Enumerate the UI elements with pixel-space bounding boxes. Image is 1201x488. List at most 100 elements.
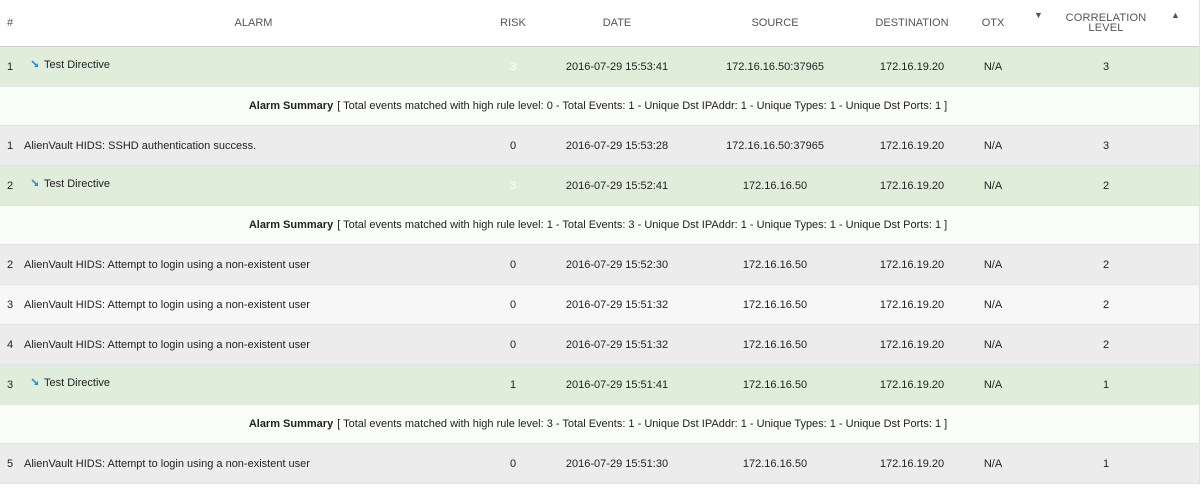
directive-row[interactable]: 3 Test Directive 1 2016-07-29 15:51:41 172.1… xyxy=(0,365,1199,405)
alarm-name[interactable]: AlienVault HIDS: Attempt to login using … xyxy=(24,325,484,364)
alarm-summary: Alarm Summary[ Total events matched with… xyxy=(0,206,1196,244)
alarm-summary-text: [ Total events matched with high rule le… xyxy=(337,418,948,430)
alarms-table: # ALARM RISK DATE SOURCE DESTINATION OTX… xyxy=(0,0,1200,484)
alarm-cell[interactable]: Test Directive xyxy=(24,365,484,404)
date-value: 2016-07-29 15:52:41 xyxy=(565,179,669,192)
otx-value: N/A xyxy=(983,298,1003,311)
otx-value: N/A xyxy=(983,378,1003,391)
header-num[interactable]: # xyxy=(7,0,21,46)
alarm-name[interactable]: AlienVault HIDS: SSHD authentication suc… xyxy=(24,126,484,165)
destination-value: 172.16.19.20 xyxy=(879,378,945,391)
date-value: 2016-07-29 15:53:28 xyxy=(565,139,669,152)
otx-value: N/A xyxy=(983,258,1003,271)
source-value: 172.16.16.50:37965 xyxy=(726,60,824,73)
risk-value: 0 xyxy=(509,258,517,271)
table-body: 1 Test Directive 3 2016-07-29 15:53:41 172.1… xyxy=(0,47,1199,484)
alarm-summary: Alarm Summary[ Total events matched with… xyxy=(0,87,1196,125)
risk-value: 0 xyxy=(509,298,517,311)
alarm-summary-row: Alarm Summary[ Total events matched with… xyxy=(0,206,1199,245)
event-row[interactable]: 4 AlienVault HIDS: Attempt to login using… xyxy=(0,325,1199,365)
sort-asc-icon[interactable]: ▲ xyxy=(1171,10,1180,20)
date-value: 2016-07-29 15:51:32 xyxy=(565,338,669,351)
correlation-level-value: 1 xyxy=(1102,457,1110,470)
directive-row[interactable]: 2 Test Directive 3 2016-07-29 15:52:41 172.1… xyxy=(0,166,1199,206)
directive-row[interactable]: 1 Test Directive 3 2016-07-29 15:53:41 172.1… xyxy=(0,47,1199,87)
destination-value: 172.16.19.20 xyxy=(879,457,945,470)
correlation-level-value: 2 xyxy=(1102,179,1110,192)
event-row[interactable]: 2 AlienVault HIDS: Attempt to login using… xyxy=(0,245,1199,285)
alarm-summary-label: Alarm Summary xyxy=(248,100,334,112)
correlation-level-value: 2 xyxy=(1102,338,1110,351)
risk-value: 0 xyxy=(509,457,517,470)
correlation-level-value: 3 xyxy=(1102,139,1110,152)
row-number: 4 xyxy=(7,338,14,351)
sort-desc-icon[interactable]: ▼ xyxy=(1034,10,1043,20)
source-value: 172.16.16.50:37965 xyxy=(726,139,824,152)
alarm-summary-row: Alarm Summary[ Total events matched with… xyxy=(0,87,1199,126)
correlation-level-value: 2 xyxy=(1102,258,1110,271)
row-number: 5 xyxy=(7,457,14,470)
destination-value: 172.16.19.20 xyxy=(879,139,945,152)
date-value: 2016-07-29 15:51:30 xyxy=(565,457,669,470)
header-correlation-level[interactable]: CORRELATION LEVEL xyxy=(1050,0,1162,46)
otx-value: N/A xyxy=(983,457,1003,470)
directive-arrow-icon[interactable] xyxy=(31,178,41,189)
row-number: 3 xyxy=(7,378,14,391)
source-value: 172.16.16.50 xyxy=(742,457,808,470)
source-value: 172.16.16.50 xyxy=(742,298,808,311)
alarm-name[interactable]: AlienVault HIDS: Attempt to login using … xyxy=(24,285,484,324)
source-value: 172.16.16.50 xyxy=(742,179,808,192)
directive-label: Test Directive xyxy=(44,177,111,190)
directive-name[interactable]: Test Directive xyxy=(31,377,110,389)
alarm-cell[interactable]: Test Directive xyxy=(24,47,484,86)
risk-value: 0 xyxy=(509,338,517,351)
table-header: # ALARM RISK DATE SOURCE DESTINATION OTX… xyxy=(0,0,1199,47)
date-value: 2016-07-29 15:52:30 xyxy=(565,258,669,271)
row-number: 2 xyxy=(7,179,14,192)
directive-name[interactable]: Test Directive xyxy=(31,178,110,190)
alarm-summary-label: Alarm Summary xyxy=(248,219,334,231)
correlation-level-value: 3 xyxy=(1102,60,1110,73)
date-value: 2016-07-29 15:51:32 xyxy=(565,298,669,311)
alarm-name[interactable]: AlienVault HIDS: Attempt to login using … xyxy=(24,444,484,483)
row-number: 1 xyxy=(7,139,14,152)
risk-value: 1 xyxy=(509,378,517,391)
row-number: 1 xyxy=(7,60,14,73)
directive-arrow-icon[interactable] xyxy=(31,377,41,388)
correlation-level-value: 2 xyxy=(1102,298,1110,311)
header-otx[interactable]: OTX xyxy=(968,0,1018,46)
row-number: 2 xyxy=(7,258,14,271)
header-risk[interactable]: RISK xyxy=(488,0,538,46)
directive-label: Test Directive xyxy=(44,58,111,71)
alarm-name[interactable]: AlienVault HIDS: Attempt to login using … xyxy=(24,245,484,284)
header-alarm[interactable]: ALARM xyxy=(21,0,486,46)
event-row[interactable]: 5 AlienVault HIDS: Attempt to login using… xyxy=(0,444,1199,484)
header-date[interactable]: DATE xyxy=(548,0,686,46)
destination-value: 172.16.19.20 xyxy=(879,60,945,73)
risk-value: 3 xyxy=(509,60,517,73)
header-source[interactable]: SOURCE xyxy=(700,0,850,46)
alarm-cell[interactable]: Test Directive xyxy=(24,166,484,205)
directive-arrow-icon[interactable] xyxy=(31,59,41,70)
otx-value: N/A xyxy=(983,60,1003,73)
correlation-level-value: 1 xyxy=(1102,378,1110,391)
alarm-summary-text: [ Total events matched with high rule le… xyxy=(337,219,948,231)
date-value: 2016-07-29 15:51:41 xyxy=(565,378,669,391)
source-value: 172.16.16.50 xyxy=(742,338,808,351)
alarm-summary-text: [ Total events matched with high rule le… xyxy=(337,100,948,112)
alarm-summary: Alarm Summary[ Total events matched with… xyxy=(0,405,1196,443)
event-row[interactable]: 3 AlienVault HIDS: Attempt to login using… xyxy=(0,285,1199,325)
destination-value: 172.16.19.20 xyxy=(879,179,945,192)
risk-value: 0 xyxy=(509,139,517,152)
event-row[interactable]: 1 AlienVault HIDS: SSHD authentication su… xyxy=(0,126,1199,166)
row-number: 3 xyxy=(7,298,14,311)
alarm-summary-label: Alarm Summary xyxy=(248,418,334,430)
destination-value: 172.16.19.20 xyxy=(879,338,945,351)
otx-value: N/A xyxy=(983,139,1003,152)
source-value: 172.16.16.50 xyxy=(742,378,808,391)
directive-name[interactable]: Test Directive xyxy=(31,59,110,71)
destination-value: 172.16.19.20 xyxy=(879,298,945,311)
header-destination[interactable]: DESTINATION xyxy=(852,0,972,46)
risk-value: 3 xyxy=(509,179,517,192)
date-value: 2016-07-29 15:53:41 xyxy=(565,60,669,73)
